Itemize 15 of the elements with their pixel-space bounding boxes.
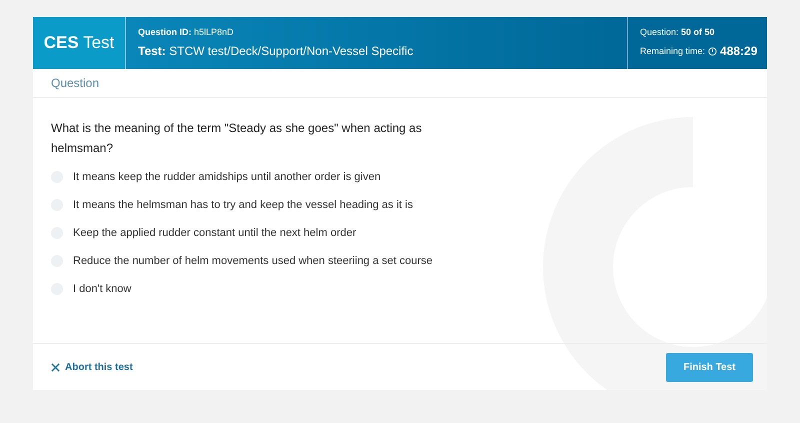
abort-link[interactable]: Abort this test [51, 360, 133, 374]
close-icon [51, 362, 60, 372]
test-name: Test: STCW test/Deck/Support/Non-Vessel Specific [138, 42, 414, 60]
logo: CES Test [33, 17, 126, 69]
remaining-time: 488:29 [720, 43, 758, 60]
section-label: Question [51, 75, 100, 92]
remaining-label: Remaining time: [640, 44, 706, 58]
question-text: What is the meaning of the term "Steady as she goes" when acting as helmsman? [51, 120, 423, 157]
option-label[interactable]: Keep the applied rudder constant until the next helm order [73, 224, 453, 243]
option-label[interactable]: I don't know [73, 280, 453, 299]
question-id: Question ID: h5lLP8nD [138, 26, 235, 40]
clock-icon [708, 46, 718, 56]
option-label[interactable]: Reduce the number of helm movements used when steeriing a set course [73, 252, 453, 271]
option-label[interactable]: It means the helmsman has to try and keep the vessel heading as it is [73, 196, 453, 215]
option-label[interactable]: It means keep the rudder amidships until another order is given [73, 168, 453, 187]
